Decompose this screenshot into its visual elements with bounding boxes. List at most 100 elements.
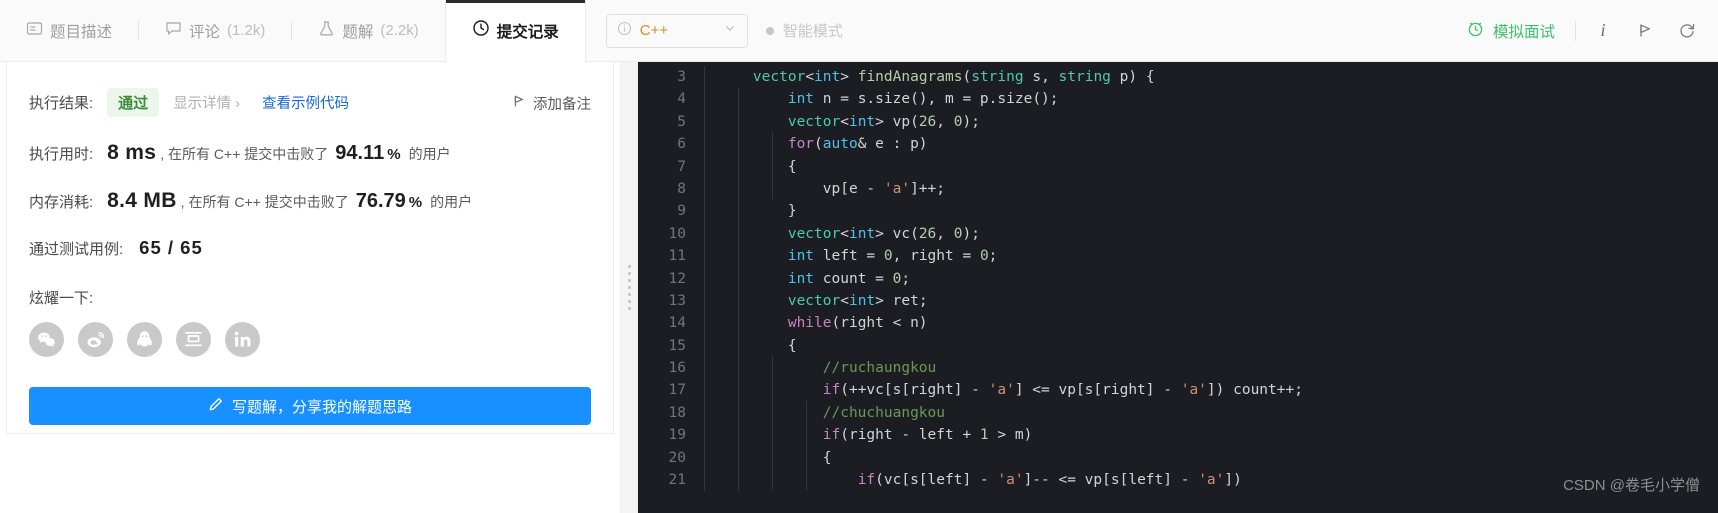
- smart-mode-toggle[interactable]: 智能模式: [765, 20, 843, 41]
- code-line: if(++vc[s[right] - 'a'] <= vp[s[right] -…: [822, 382, 1303, 399]
- code-line: {: [718, 337, 797, 354]
- share-icons-row: [29, 322, 591, 357]
- line-number: 4: [677, 91, 686, 108]
- share-label: 炫耀一下:: [29, 290, 94, 307]
- show-detail-link[interactable]: 显示详情 ›: [173, 92, 240, 113]
- runtime-percent: 94.11: [335, 142, 385, 164]
- line-number: 11: [668, 248, 686, 265]
- line-number: 15: [668, 337, 686, 354]
- memory-value: 8.4 MB: [107, 189, 177, 212]
- alarm-clock-icon: [1466, 19, 1485, 43]
- line-number: 3: [677, 69, 686, 85]
- douban-share-icon[interactable]: [176, 322, 211, 357]
- flag-icon: [512, 94, 526, 112]
- view-sample-code-link[interactable]: 查看示例代码: [262, 92, 349, 113]
- language-select[interactable]: C++: [605, 13, 748, 48]
- code-line: if(right - left + 1 > m): [822, 427, 1033, 444]
- play-flag-icon[interactable]: [1624, 10, 1666, 52]
- memory-percent: 76.79: [355, 190, 406, 212]
- result-status-label: 执行结果:: [29, 95, 94, 112]
- tab-comments[interactable]: 评论 (1.2k): [139, 0, 291, 61]
- memory-row: 内存消耗: 8.4 MB , 在所有 C++ 提交中击败了 76.79 % 的用…: [29, 189, 591, 213]
- tab-problem-description[interactable]: 题目描述: [0, 0, 138, 61]
- linkedin-share-icon[interactable]: [225, 322, 260, 357]
- line-number-gutter: 3 4 5 6 7 8 9 10 11 12 13 14 15 16 17 18: [638, 66, 700, 491]
- code-line: while(right < n): [787, 315, 928, 332]
- line-number: 10: [668, 225, 686, 242]
- line-number: 12: [668, 270, 686, 287]
- code-line: {: [718, 158, 797, 175]
- add-note-button[interactable]: 添加备注: [512, 93, 591, 114]
- tab-count: (1.2k): [227, 22, 266, 39]
- pane-resize-handle[interactable]: [620, 62, 638, 513]
- code-line: }: [718, 203, 797, 220]
- testcases-row: 通过测试用例: 65 / 65: [29, 237, 591, 259]
- code-line: //chuchuangkou: [822, 404, 945, 421]
- line-number: 8: [677, 180, 686, 197]
- resize-grip-icon: [627, 265, 631, 310]
- qq-share-icon[interactable]: [127, 322, 162, 357]
- editor-toolbar: C++ 智能模式: [586, 0, 863, 61]
- pencil-icon: [208, 397, 223, 416]
- code-editor[interactable]: 3 4 5 6 7 8 9 10 11 12 13 14 15 16 17 18: [638, 62, 1718, 513]
- tab-label: 题解: [342, 23, 374, 41]
- info-circle-icon: [617, 21, 632, 41]
- code-line: if(vc[s[left] - 'a']-- <= vp[s[left] - '…: [857, 472, 1242, 489]
- code-line: vp[e - 'a']++;: [718, 180, 945, 197]
- header-separator: [1575, 20, 1576, 41]
- line-number: 19: [668, 427, 686, 444]
- mock-interview-button[interactable]: 模拟面试: [1452, 19, 1569, 43]
- code-line: vector<int> ret;: [787, 292, 928, 309]
- line-number: 16: [668, 360, 686, 377]
- clock-icon: [472, 19, 490, 42]
- line-number: 9: [677, 203, 686, 220]
- language-value: C++: [639, 22, 669, 39]
- weibo-share-icon[interactable]: [78, 322, 113, 357]
- line-number: 14: [668, 315, 686, 332]
- chevron-down-icon: [723, 21, 737, 40]
- line-number: 6: [677, 136, 686, 153]
- code-line: int count = 0;: [787, 270, 911, 287]
- refresh-icon[interactable]: [1666, 10, 1708, 52]
- tab-label: 题目描述: [50, 23, 113, 41]
- code-line: vector<int> vp(26, 0);: [787, 113, 980, 130]
- code-area: 3 4 5 6 7 8 9 10 11 12 13 14 15 16 17 18: [638, 62, 1718, 492]
- description-icon: [26, 20, 43, 42]
- tab-label: 评论: [189, 23, 221, 41]
- line-number: 7: [677, 158, 686, 175]
- write-solution-button[interactable]: 写题解，分享我的解题思路: [29, 387, 591, 425]
- line-number: 17: [668, 382, 686, 399]
- write-solution-label: 写题解，分享我的解题思路: [231, 398, 412, 416]
- line-number: 13: [668, 292, 686, 309]
- runtime-value: 8 ms: [107, 141, 157, 164]
- code-lines: vector<int> findAnagrams(string s, strin…: [700, 66, 1718, 492]
- info-icon[interactable]: i: [1582, 10, 1624, 52]
- memory-text-after: 的用户: [430, 194, 473, 210]
- comment-icon: [165, 20, 182, 42]
- code-line: for(auto& e : p): [787, 136, 928, 153]
- wechat-share-icon[interactable]: [29, 322, 64, 357]
- tab-count: (2.2k): [380, 22, 419, 39]
- result-card: 执行结果: 通过 显示详情 › 查看示例代码 添加备注 执行用时: 8 ms ,…: [6, 62, 614, 434]
- memory-text-before: , 在所有 C++ 提交中击败了: [180, 194, 349, 210]
- runtime-row: 执行用时: 8 ms , 在所有 C++ 提交中击败了 94.11 % 的用户: [29, 141, 591, 165]
- memory-label: 内存消耗:: [29, 194, 94, 211]
- problem-tabs: 题目描述 评论 (1.2k) 题解 (2.2k) 提交记录: [0, 0, 586, 62]
- line-number: 18: [668, 404, 686, 421]
- runtime-text-before: , 在所有 C++ 提交中击败了: [160, 146, 329, 162]
- tab-submissions[interactable]: 提交记录: [444, 0, 586, 62]
- runtime-label: 执行用时:: [29, 146, 94, 163]
- add-note-label: 添加备注: [533, 96, 591, 113]
- tab-solutions[interactable]: 题解 (2.2k): [292, 0, 444, 61]
- testcases-value: 65 / 65: [139, 237, 203, 258]
- line-number: 5: [677, 113, 686, 130]
- runtime-text-after: 的用户: [408, 146, 451, 162]
- status-badge: 通过: [107, 88, 160, 117]
- line-number: 20: [668, 449, 686, 466]
- header-actions: 模拟面试 i: [1452, 0, 1718, 61]
- main-body: 执行结果: 通过 显示详情 › 查看示例代码 添加备注 执行用时: 8 ms ,…: [0, 62, 1718, 513]
- mock-interview-label: 模拟面试: [1492, 23, 1555, 41]
- tab-label: 提交记录: [496, 23, 559, 41]
- memory-percent-symbol: %: [408, 194, 423, 211]
- code-line: int left = 0, right = 0;: [787, 248, 998, 265]
